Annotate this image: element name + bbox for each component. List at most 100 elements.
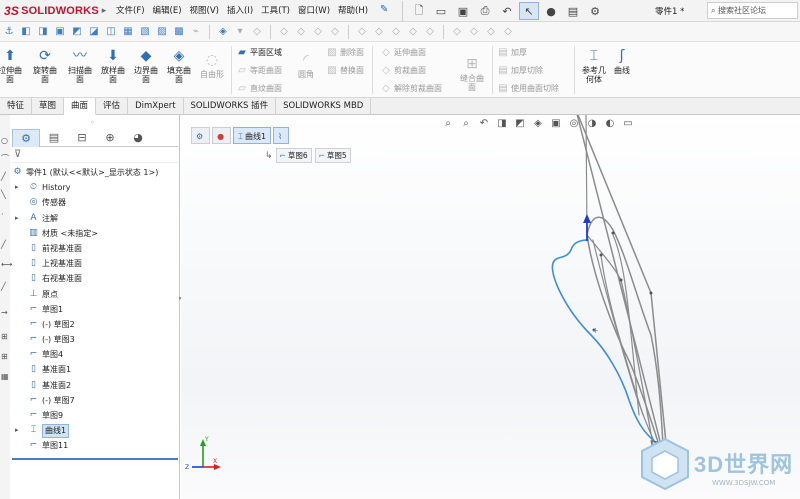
arc-tool-icon[interactable]: ⌒ <box>1 155 9 163</box>
dropdown-icon[interactable]: ▾ <box>233 25 247 39</box>
tree-item[interactable]: ▸ ⏲ History <box>12 180 178 195</box>
section-view-icon[interactable]: ◨ <box>495 117 509 131</box>
offset-surface-button[interactable]: ▱ 等距曲面 <box>236 64 282 78</box>
menu-view[interactable]: 视图(V) <box>186 0 223 22</box>
cube-icon[interactable]: ◇ <box>423 25 437 39</box>
tab-mbd[interactable]: SOLIDWORKS MBD <box>276 98 372 115</box>
view-settings-icon[interactable]: ▭ <box>621 117 635 131</box>
loft-surface-button[interactable]: ⬇ 放样曲 面 <box>95 48 131 84</box>
tree-item[interactable]: ⌐ 草图9 <box>12 408 178 423</box>
rollback-bar[interactable] <box>12 458 178 460</box>
dynamic-annotation-icon[interactable]: ◩ <box>513 117 527 131</box>
breadcrumb-part[interactable]: ⚙ <box>191 127 211 144</box>
curves-button[interactable]: ʃ 曲线 <box>604 48 640 75</box>
freeform-button[interactable]: ◌ 自由形 <box>194 52 230 79</box>
brush-icon[interactable]: ⌁ <box>189 25 203 39</box>
view-cube-icon[interactable]: ◈ <box>216 25 230 39</box>
menu-expand-icon[interactable]: ▸ <box>98 4 110 18</box>
cube-icon[interactable]: ▣ <box>53 25 67 39</box>
ruled-surface-button[interactable]: ▱ 直纹曲面 <box>236 82 282 96</box>
zoom-to-fit-icon[interactable]: ⌕ <box>441 117 455 131</box>
replace-face-button[interactable]: ▨ 替换面 <box>326 64 364 78</box>
previous-view-icon[interactable]: ↶ <box>477 117 491 131</box>
delete-face-button[interactable]: ▨ 删除面 <box>326 46 364 60</box>
dimxpert-manager-tab-icon[interactable]: ⊕ <box>96 129 124 147</box>
breadcrumb-body[interactable]: ● <box>212 127 232 144</box>
cube-icon[interactable]: ◫ <box>104 25 118 39</box>
cube-icon[interactable]: ◨ <box>36 25 50 39</box>
breadcrumb-edit[interactable]: ⌇ <box>273 127 289 144</box>
sketch-point[interactable] <box>649 291 653 295</box>
apply-scene-icon[interactable]: ◐ <box>603 117 617 131</box>
tab-surfaces[interactable]: 曲面 <box>64 98 97 115</box>
tree-item[interactable]: ⌐ (-) 草图3 <box>12 332 178 347</box>
cube-icon[interactable]: ▨ <box>155 25 169 39</box>
breadcrumb-sketch5[interactable]: ⌐ 草图5 <box>314 148 351 163</box>
tree-item[interactable]: ⌐ 草图11 <box>12 438 178 453</box>
display-manager-tab-icon[interactable]: ◕ <box>124 129 152 147</box>
cube-icon[interactable]: ◇ <box>311 25 325 39</box>
tree-item[interactable]: ⌐ 草图1 <box>12 302 178 317</box>
cube-icon[interactable]: ◇ <box>406 25 420 39</box>
rebuild-icon[interactable]: ● <box>541 2 561 20</box>
planar-surface-button[interactable]: ▰ 平面区域 <box>236 46 282 60</box>
fill-surface-button[interactable]: ◈ 填充曲 面 <box>161 48 197 84</box>
save-icon[interactable]: ▣ <box>453 2 473 20</box>
tree-root[interactable]: ⚙ 零件1 (默认<<默认>_显示状态 1>) <box>12 165 178 180</box>
edit-appearance-icon[interactable]: ◑ <box>585 117 599 131</box>
property-manager-tab-icon[interactable]: ▤ <box>40 129 68 147</box>
sketch-curve[interactable] <box>592 239 657 446</box>
tab-dimxpert[interactable]: DimXpert <box>128 98 184 115</box>
menu-help[interactable]: 帮助(H) <box>334 0 372 22</box>
sketch-point[interactable] <box>599 253 603 257</box>
cube-icon[interactable]: ◇ <box>294 25 308 39</box>
pin-menu-icon[interactable]: ✎ <box>380 4 388 15</box>
grid-tool-icon[interactable]: ⊞ <box>1 353 9 361</box>
open-icon[interactable]: ▭ <box>431 2 451 20</box>
options-icon[interactable]: ⚙ <box>585 2 605 20</box>
configuration-manager-tab-icon[interactable]: ⊟ <box>68 129 96 147</box>
expand-icon[interactable]: ▸ <box>15 180 19 195</box>
surface-cut-button[interactable]: ▤ 使用曲面切除 <box>497 82 559 96</box>
menu-edit[interactable]: 编辑(E) <box>149 0 186 22</box>
dimension-tool-icon[interactable]: ⟷ <box>1 261 12 269</box>
sketch-point[interactable] <box>619 278 623 282</box>
tree-item[interactable]: ◎ 传感器 <box>12 195 178 210</box>
tree-item[interactable]: ▥ 材质 <未指定> <box>12 226 178 241</box>
extrude-surface-button[interactable]: ⬆ 拉伸曲 面 <box>0 48 28 84</box>
trim-surface-button[interactable]: ◇ 剪裁曲面 <box>380 64 426 78</box>
tree-item[interactable]: ⌐ (-) 草图7 <box>12 393 178 408</box>
tree-item[interactable]: ⌐ 草图4 <box>12 347 178 362</box>
grid-tool-icon[interactable]: ⊞ <box>1 333 9 341</box>
tab-addins[interactable]: SOLIDWORKS 插件 <box>184 98 277 115</box>
cube-icon[interactable]: ◇ <box>372 25 386 39</box>
line-tool-icon[interactable]: ╲ <box>1 191 9 199</box>
undo-icon[interactable]: ↶ <box>497 2 517 20</box>
line-tool-icon[interactable]: ╱ <box>1 283 9 291</box>
boundary-surface-button[interactable]: ◆ 边界曲 面 <box>128 48 164 84</box>
tree-item[interactable]: ⊥ 原点 <box>12 287 178 302</box>
select-icon[interactable]: ↖ <box>519 2 539 20</box>
solidworks-logo[interactable]: 3S SOLIDWORKS <box>4 3 99 19</box>
line-tool-icon[interactable]: ╱ <box>1 173 9 181</box>
cube-icon[interactable]: ◪ <box>87 25 101 39</box>
hide-show-items-icon[interactable]: ◎ <box>567 117 581 131</box>
fill-tool-icon[interactable]: ▦ <box>1 373 9 381</box>
circle-tool-icon[interactable]: ○ <box>1 137 9 145</box>
view-orientation-icon[interactable]: ◈ <box>531 117 545 131</box>
tab-evaluate[interactable]: 评估 <box>96 98 129 115</box>
cube-icon[interactable]: ◇ <box>355 25 369 39</box>
tree-item[interactable]: ▸ A 注解 <box>12 211 178 226</box>
panel-grip-icon[interactable]: ◦ <box>90 118 95 127</box>
menu-window[interactable]: 窗口(W) <box>294 0 334 22</box>
menu-insert[interactable]: 插入(I) <box>223 0 257 22</box>
expand-icon[interactable]: ▸ <box>15 423 19 438</box>
tree-item[interactable]: ▯ 基准面1 <box>12 362 178 377</box>
extend-surface-button[interactable]: ◇ 延伸曲面 <box>380 46 426 60</box>
sweep-surface-button[interactable]: 〰扫描曲 面 <box>62 48 98 84</box>
tree-item[interactable]: ▯ 上视基准面 <box>12 256 178 271</box>
new-icon[interactable]: 🗋 <box>409 2 429 20</box>
revolve-surface-button[interactable]: ⟳ 旋转曲 面 <box>27 48 63 84</box>
point-tool-icon[interactable]: · <box>1 211 9 219</box>
cube-icon[interactable]: ▧ <box>138 25 152 39</box>
